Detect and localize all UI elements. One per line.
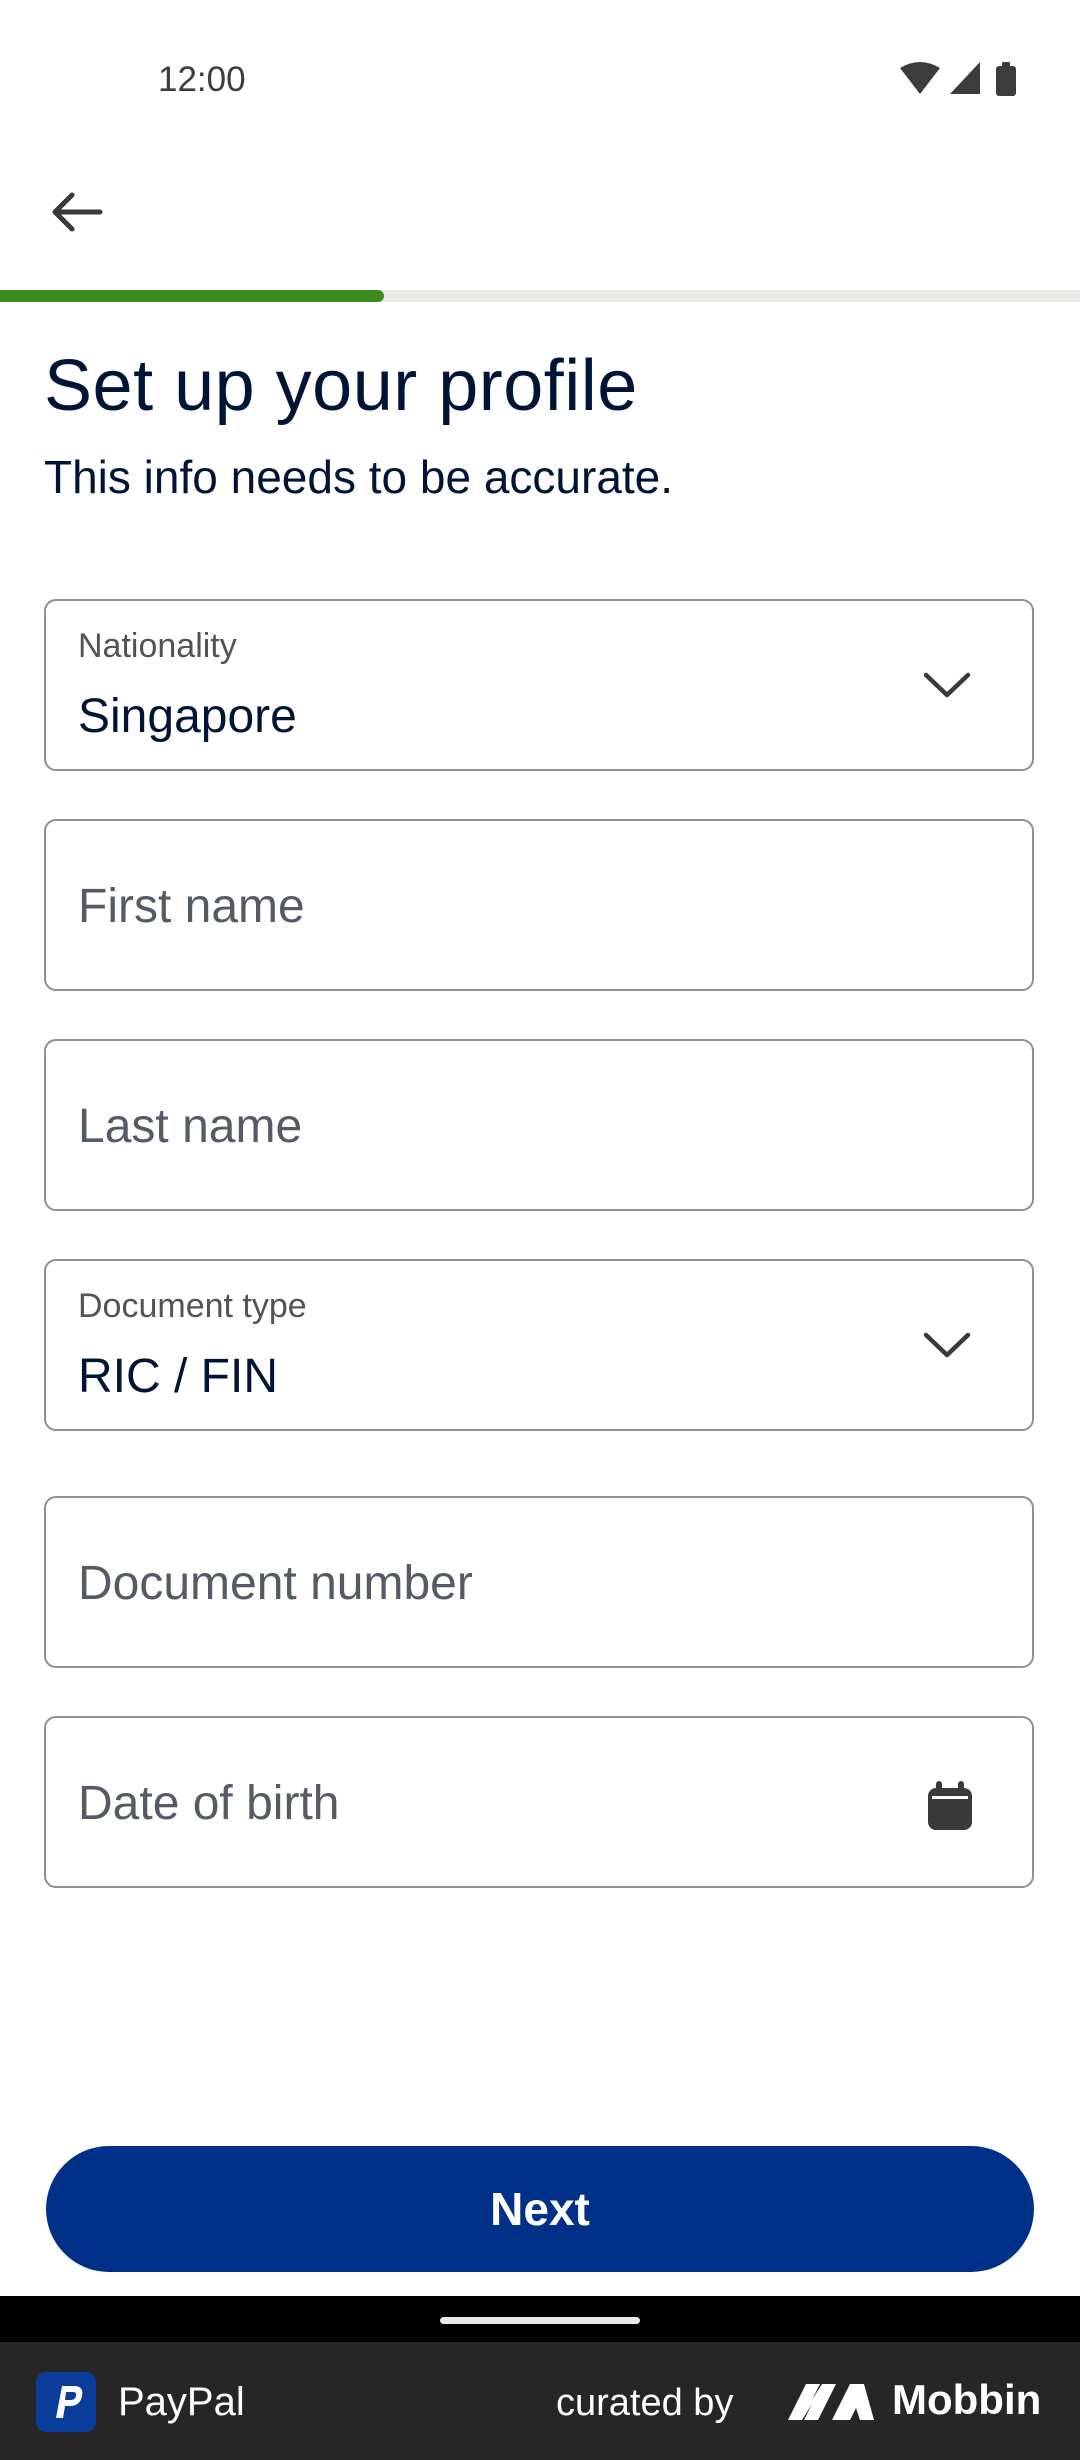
app-name: PayPal <box>118 2380 245 2424</box>
date-of-birth-field[interactable]: Date of birth <box>44 1716 1034 1888</box>
paypal-logo-icon <box>36 2372 96 2432</box>
chevron-down-icon <box>923 672 971 698</box>
page-title: Set up your profile <box>44 346 638 426</box>
brand-name: Mobbin <box>892 2376 1042 2423</box>
nationality-value: Singapore <box>78 690 297 743</box>
document-number-placeholder: Document number <box>78 1557 473 1610</box>
document-type-select[interactable]: Document type RIC / FIN <box>44 1259 1034 1431</box>
document-type-value: RIC / FIN <box>78 1350 278 1403</box>
next-button[interactable]: Next <box>46 2146 1034 2272</box>
wifi-icon <box>900 62 940 94</box>
first-name-placeholder: First name <box>78 880 305 933</box>
calendar-icon[interactable] <box>926 1780 974 1832</box>
status-time: 12:00 <box>158 60 246 99</box>
first-name-field[interactable]: First name <box>44 819 1034 991</box>
signal-icon <box>950 62 980 94</box>
nationality-label: Nationality <box>78 627 237 665</box>
nationality-select[interactable]: Nationality Singapore <box>44 599 1034 771</box>
status-icons <box>900 62 1016 96</box>
curated-by-label: curated by <box>556 2382 734 2424</box>
battery-icon <box>996 66 1016 96</box>
back-button[interactable] <box>40 180 112 244</box>
mobbin-logo-icon <box>788 2384 874 2420</box>
document-number-field[interactable]: Document number <box>44 1496 1034 1668</box>
last-name-placeholder: Last name <box>78 1100 303 1153</box>
chevron-down-icon <box>923 1332 971 1358</box>
last-name-field[interactable]: Last name <box>44 1039 1034 1211</box>
arrow-left-icon <box>52 192 103 232</box>
progress-fill <box>0 290 385 302</box>
page-subtitle: This info needs to be accurate. <box>44 451 674 503</box>
date-of-birth-placeholder: Date of birth <box>78 1777 340 1830</box>
document-type-label: Document type <box>78 1287 307 1325</box>
home-handle[interactable] <box>440 2317 640 2324</box>
